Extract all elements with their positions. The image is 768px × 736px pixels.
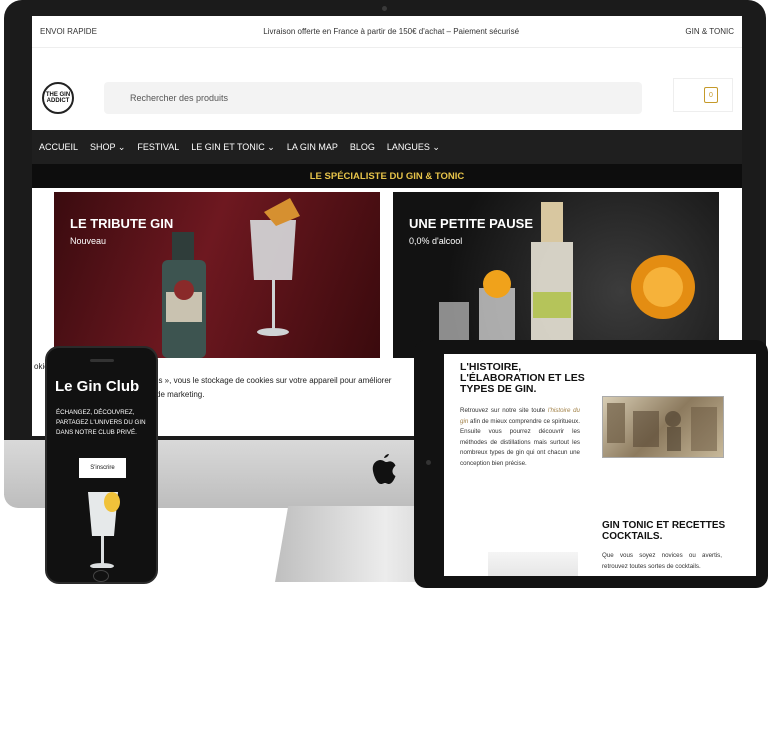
engraving-illustration xyxy=(607,403,717,451)
hero-subtitle: 0,0% d'alcool xyxy=(409,236,463,246)
nav-item-blog[interactable]: BLOG xyxy=(350,142,375,152)
hero-title: LE TRIBUTE GIN xyxy=(70,216,174,231)
phone-screen: Le Gin Club ÉCHANGEZ, DÉCOUVREZ, PARTAGE… xyxy=(52,372,151,568)
history-engraving-image xyxy=(602,396,724,458)
top-bar-left: ENVOI RAPIDE xyxy=(40,27,97,36)
history-text-start: Retrouvez sur notre site toute xyxy=(460,407,548,414)
site-logo[interactable]: THE GIN ADDICT xyxy=(42,82,74,114)
top-bar-center: Livraison offerte en France à partir de … xyxy=(263,27,520,36)
hero-subtitle: Nouveau xyxy=(70,236,107,246)
apple-logo-icon xyxy=(372,454,396,484)
gin-glass-illustration xyxy=(88,492,120,568)
section-text-history: Retrouvez sur notre site toute l'histoir… xyxy=(460,406,580,469)
signup-button[interactable]: S'inscrire xyxy=(79,458,126,478)
top-bar-right[interactable]: GIN & TONIC xyxy=(685,27,734,36)
hero-section: LE TRIBUTE GIN Nouveau UNE PETITE PAUSE … xyxy=(32,188,742,358)
search-input[interactable]: Rechercher des produits xyxy=(104,82,642,114)
home-button[interactable] xyxy=(93,570,109,582)
tablet-frame: L'HISTOIRE, L'ÉLABORATION ET LES TYPES D… xyxy=(414,340,768,588)
device-mockup-scene: ENVOI RAPIDE Livraison offerte en France… xyxy=(0,0,768,736)
cocktail-image xyxy=(488,552,578,576)
phone-title: Le Gin Club xyxy=(55,378,140,395)
site-header: THE GIN ADDICT Rechercher des produits 0 xyxy=(32,48,742,130)
phone-speaker xyxy=(90,359,114,362)
hero-card-tribute[interactable]: LE TRIBUTE GIN Nouveau xyxy=(54,192,380,358)
cart-icon: 0 xyxy=(704,87,718,103)
tablet-screen: L'HISTOIRE, L'ÉLABORATION ET LES TYPES D… xyxy=(444,354,756,576)
phone-description: ÉCHANGEZ, DÉCOUVREZ, PARTAGEZ L'UNIVERS … xyxy=(56,409,146,436)
cart-button[interactable]: 0 xyxy=(673,78,733,112)
nav-item-accueil[interactable]: ACCUEIL xyxy=(39,142,78,152)
promo-banner: LE SPÉCIALISTE DU GIN & TONIC xyxy=(32,164,742,188)
nav-item-langues[interactable]: LANGUES ⌄ xyxy=(387,142,440,153)
tablet-camera xyxy=(426,460,431,465)
hero-title: UNE PETITE PAUSE xyxy=(409,216,534,231)
section-title-cocktails: GIN TONIC ET RECETTES COCKTAILS. xyxy=(602,520,726,542)
nav-item-festival[interactable]: FESTIVAL xyxy=(137,142,179,152)
nav-item-gin-tonic[interactable]: LE GIN ET TONIC ⌄ xyxy=(191,142,275,153)
phone-frame: Le Gin Club ÉCHANGEZ, DÉCOUVREZ, PARTAGE… xyxy=(45,346,158,584)
top-bar: ENVOI RAPIDE Livraison offerte en France… xyxy=(32,16,742,48)
hero-card-pause[interactable]: UNE PETITE PAUSE 0,0% d'alcool xyxy=(393,192,719,358)
section-title-history: L'HISTOIRE, L'ÉLABORATION ET LES TYPES D… xyxy=(460,361,585,395)
section-text-cocktails: Que vous soyez novices ou avertis, retro… xyxy=(602,552,722,570)
history-text-end: afin de mieux comprendre ce spiritueux. … xyxy=(460,417,580,467)
camera-dot xyxy=(382,6,387,11)
nav-item-shop[interactable]: SHOP ⌄ xyxy=(90,142,125,153)
main-nav: ACCUEIL SHOP ⌄ FESTIVAL LE GIN ET TONIC … xyxy=(32,130,742,164)
nav-item-gin-map[interactable]: LA GIN MAP xyxy=(287,142,338,152)
